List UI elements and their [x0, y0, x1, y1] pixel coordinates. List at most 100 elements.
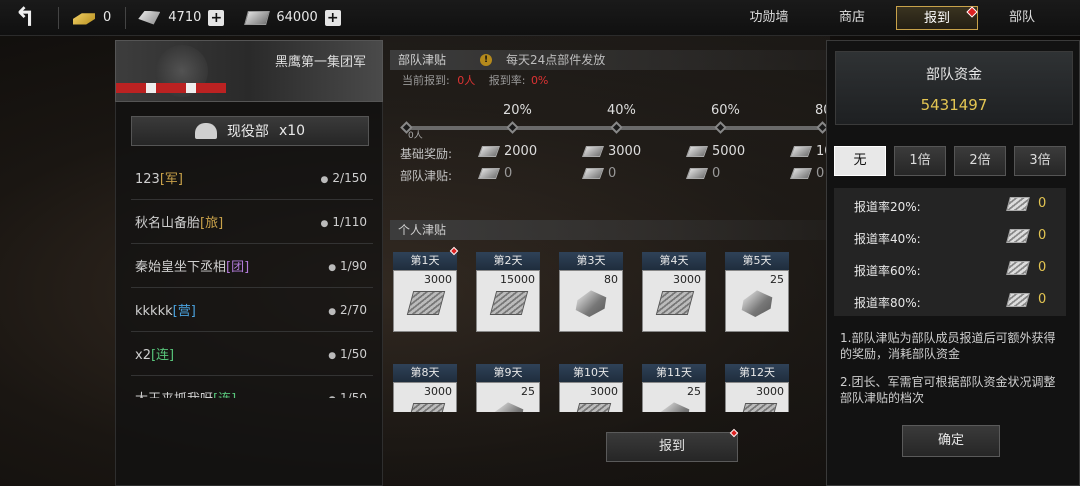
- base-reward-20: 2000: [477, 144, 537, 159]
- funds-value: 5431497: [920, 96, 988, 114]
- unit-rank-tag: [旅]: [200, 216, 224, 231]
- reward-slot: 3000: [725, 382, 789, 412]
- unit-list[interactable]: 123[军] 2/150 秋名山备胎[旅] 1/110 秦始皇坐下丞相[团] 1/90 kk…: [131, 156, 373, 398]
- daily-reward-card[interactable]: 第4天 3000: [642, 252, 706, 332]
- day-label: 第10天: [559, 364, 623, 382]
- info-icon[interactable]: !: [480, 54, 492, 66]
- tier-1x-button[interactable]: 1倍: [894, 146, 946, 176]
- unit-row[interactable]: 大王来抓我呀[连] 1/50: [131, 376, 373, 399]
- bills-amount: 64000: [276, 10, 318, 25]
- silver-ingot-icon: [741, 290, 773, 317]
- day-label: 第3天: [559, 252, 623, 270]
- tab-troops[interactable]: 部队: [994, 6, 1050, 30]
- silver-ingot-icon: [138, 10, 161, 25]
- banknote-stack-icon: [572, 403, 612, 412]
- daily-reward-card[interactable]: 第5天 25: [725, 252, 789, 332]
- banknote-icon: [581, 168, 605, 179]
- tab-merit-wall[interactable]: 功勋墙: [736, 6, 802, 30]
- unit-member-count: 1/90: [328, 259, 367, 273]
- unit-name: 秦始皇坐下丞相[团]: [135, 256, 249, 275]
- checkin-button[interactable]: 报到: [606, 432, 738, 462]
- section-header: 个人津贴: [390, 220, 830, 240]
- rate-value: 0: [1038, 196, 1047, 211]
- add-silver-button[interactable]: +: [208, 9, 225, 26]
- reward-slot: 15000: [476, 270, 540, 332]
- silver-amount: 4710: [168, 10, 202, 25]
- subsidy-notice: 每天24点部件发放: [506, 53, 606, 67]
- bonus-value: 0: [608, 166, 617, 181]
- daily-reward-card[interactable]: 第10天 3000: [559, 364, 623, 412]
- back-arrow-icon[interactable]: ↰: [0, 0, 50, 36]
- daily-reward-card[interactable]: 第12天 3000: [725, 364, 789, 412]
- banknote-icon: [244, 10, 271, 25]
- unit-row[interactable]: 秋名山备胎[旅] 1/110: [131, 200, 373, 244]
- daily-reward-card[interactable]: 第2天 15000: [476, 252, 540, 332]
- rate-60-value: 0: [1006, 260, 1046, 275]
- checkin-rate-value: 0%: [530, 74, 549, 87]
- day-label: 第2天: [476, 252, 540, 270]
- tier-2x-button[interactable]: 2倍: [954, 146, 1006, 176]
- unit-rank-tag: [连]: [213, 392, 236, 398]
- unit-name-text: 123: [135, 172, 160, 187]
- reward-amount: 25: [521, 385, 535, 398]
- daily-reward-card[interactable]: 第11天 25: [642, 364, 706, 412]
- active-units-button[interactable]: 现役部 x10: [131, 116, 369, 146]
- checkin-rate-label: 报到率:: [488, 74, 526, 87]
- current-checkin-label: 当前报到:: [402, 74, 450, 87]
- unit-row[interactable]: kkkkk[营] 2/70: [131, 288, 373, 332]
- banknote-stack-icon: [406, 403, 446, 412]
- daily-reward-card[interactable]: 第8天 3000: [393, 364, 457, 412]
- base-reward-60: 5000: [685, 144, 746, 159]
- bonus-value: 0: [712, 166, 721, 181]
- unit-member-count: 1/50: [328, 391, 367, 399]
- unit-name: 大王来抓我呀[连]: [135, 388, 236, 398]
- base-reward-value: 3000: [608, 144, 642, 159]
- rate-40-value: 0: [1006, 228, 1046, 243]
- threshold-60: 60%: [711, 103, 740, 118]
- base-reward-40: 3000: [581, 144, 642, 159]
- flag-stripe: [116, 83, 226, 93]
- reward-slot: 3000: [393, 270, 457, 332]
- unit-name: 秋名山备胎[旅]: [135, 212, 223, 231]
- funds-title: 部队资金: [926, 67, 982, 83]
- unit-row[interactable]: 秦始皇坐下丞相[团] 1/90: [131, 244, 373, 288]
- unit-row[interactable]: x2[连] 1/50: [131, 332, 373, 376]
- daily-reward-card[interactable]: 第9天 25: [476, 364, 540, 412]
- banknote-stack-icon: [489, 291, 529, 315]
- funds-header: 部队资金 5431497: [835, 51, 1073, 125]
- active-count: x10: [278, 123, 306, 139]
- divider: [125, 6, 127, 29]
- silver-resource: 4710 +: [138, 0, 225, 36]
- divider: [58, 6, 59, 29]
- active-label: 现役部: [226, 124, 269, 140]
- threshold-40: 40%: [607, 103, 636, 118]
- rate-40-label: 报道率40%:: [854, 232, 921, 246]
- base-reward-value: 5000: [712, 144, 746, 159]
- banknote-icon: [685, 168, 709, 179]
- unit-row[interactable]: 123[军] 2/150: [131, 156, 373, 200]
- reward-slot: 3000: [559, 382, 623, 412]
- confirm-button[interactable]: 确定: [902, 425, 1000, 457]
- troop-subsidy-header: 部队津贴 ! 每天24点部件发放: [390, 50, 830, 70]
- tab-shop[interactable]: 商店: [822, 6, 882, 30]
- rate-60-label: 报道率60%:: [854, 264, 921, 278]
- daily-reward-card[interactable]: 第1天 3000: [393, 252, 457, 332]
- rate-80-label: 报道率80%:: [854, 296, 921, 310]
- daily-reward-card[interactable]: 第3天 80: [559, 252, 623, 332]
- rate-20-value: 0: [1006, 196, 1047, 211]
- funds-note-1: 1.部队津贴为部队成员报道后可额外获得的奖励，消耗部队资金: [840, 331, 1056, 361]
- unit-rank-tag: [军]: [159, 172, 183, 187]
- add-bills-button[interactable]: +: [324, 9, 341, 26]
- start-count-label: 0人: [408, 131, 423, 141]
- day-label: 第4天: [642, 252, 706, 270]
- tier-3x-button[interactable]: 3倍: [1014, 146, 1066, 176]
- personal-subsidy-header: 个人津贴: [390, 220, 830, 240]
- bonus-value: 0: [816, 166, 825, 181]
- gold-bar-icon: [73, 13, 95, 25]
- tab-checkin[interactable]: 报到: [896, 6, 978, 30]
- day-label: 第1天: [393, 252, 457, 270]
- reward-amount: 15000: [500, 273, 535, 286]
- unit-member-count: 2/150: [321, 171, 367, 185]
- section-header: 部队津贴 ! 每天24点部件发放: [390, 50, 830, 70]
- tier-none-button[interactable]: 无: [834, 146, 886, 176]
